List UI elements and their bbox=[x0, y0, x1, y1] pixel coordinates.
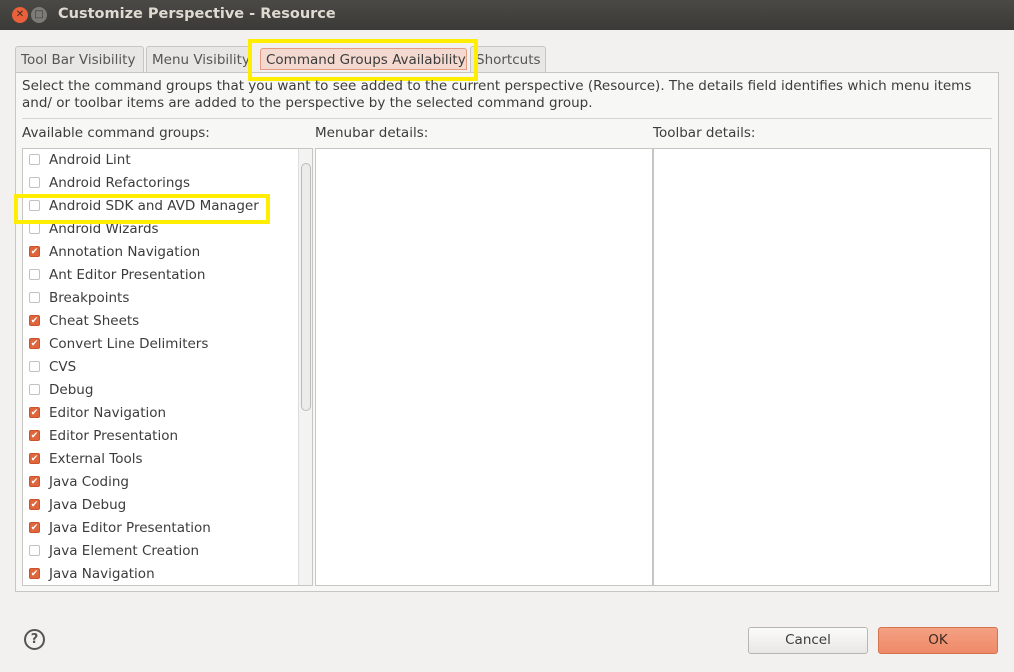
list-item-label: Editor Presentation bbox=[49, 428, 179, 444]
checkbox[interactable] bbox=[29, 383, 40, 395]
close-window-button[interactable]: ✕ bbox=[12, 7, 28, 23]
list-item[interactable]: CVS bbox=[29, 356, 76, 379]
list-item-label: Breakpoints bbox=[49, 290, 130, 306]
list-item[interactable]: ✔ Convert Line Delimiters bbox=[29, 333, 208, 356]
list-item-label: Java Debug bbox=[49, 497, 127, 513]
list-item[interactable]: ✔ Java Editor Presentation bbox=[29, 517, 211, 540]
checkbox[interactable]: ✔ bbox=[29, 314, 40, 326]
list-item[interactable]: Java Element Creation bbox=[29, 540, 199, 563]
list-item-label: Java Navigation bbox=[49, 566, 155, 582]
window-title: Customize Perspective - Resource bbox=[58, 6, 336, 22]
checkbox[interactable] bbox=[29, 544, 40, 556]
list-item-label: External Tools bbox=[49, 451, 143, 467]
checkbox[interactable] bbox=[29, 222, 40, 234]
list-item[interactable]: ✔ Java Navigation bbox=[29, 563, 155, 586]
menubar-details-label: Menubar details: bbox=[315, 125, 429, 141]
divider bbox=[22, 118, 992, 119]
list-item-label: CVS bbox=[49, 359, 77, 375]
list-item-label: Editor Navigation bbox=[49, 405, 167, 421]
list-item-label: Ant Editor Presentation bbox=[49, 267, 206, 283]
list-scrollbar[interactable] bbox=[298, 149, 312, 585]
list-item[interactable]: ✔ External Tools bbox=[29, 448, 143, 471]
list-item[interactable]: Android Refactorings bbox=[29, 172, 190, 195]
checkbox[interactable]: ✔ bbox=[29, 475, 40, 487]
cancel-button[interactable]: Cancel bbox=[748, 627, 868, 654]
list-item-label: Cheat Sheets bbox=[49, 313, 140, 329]
checkbox[interactable]: ✔ bbox=[29, 567, 40, 579]
list-item[interactable]: ✔ Cheat Sheets bbox=[29, 310, 139, 333]
highlight-box-tab bbox=[248, 39, 478, 81]
list-item[interactable]: ✔ Annotation Navigation bbox=[29, 241, 200, 264]
list-item[interactable]: Debug bbox=[29, 379, 93, 402]
list-item[interactable]: ✔ Java Coding bbox=[29, 471, 129, 494]
list-item-label: Java Element Creation bbox=[49, 543, 200, 559]
toolbar-details-label: Toolbar details: bbox=[653, 125, 756, 141]
checkbox[interactable]: ✔ bbox=[29, 337, 40, 349]
checkbox[interactable] bbox=[29, 291, 40, 303]
checkbox[interactable]: ✔ bbox=[29, 452, 40, 464]
tab-tool-bar-visibility[interactable]: Tool Bar Visibility bbox=[15, 46, 144, 72]
maximize-window-button[interactable]: □ bbox=[31, 7, 47, 23]
tab-shortcuts[interactable]: Shortcuts bbox=[470, 46, 546, 72]
tab-menu-visibility[interactable]: Menu Visibility bbox=[146, 46, 251, 72]
description-text: Select the command groups that you want … bbox=[22, 78, 972, 111]
checkbox[interactable] bbox=[29, 176, 40, 188]
checkbox[interactable]: ✔ bbox=[29, 406, 40, 418]
list-item-label: Java Coding bbox=[49, 474, 129, 490]
list-item-label: Android Refactorings bbox=[49, 175, 191, 191]
checkbox[interactable]: ✔ bbox=[29, 498, 40, 510]
list-item-label: Debug bbox=[49, 382, 94, 398]
list-item-label: Convert Line Delimiters bbox=[49, 336, 209, 352]
checkbox[interactable] bbox=[29, 360, 40, 372]
checkbox[interactable]: ✔ bbox=[29, 429, 40, 441]
list-item[interactable]: ✔ Editor Navigation bbox=[29, 402, 166, 425]
toolbar-details-field[interactable] bbox=[653, 148, 991, 586]
highlight-box-item bbox=[14, 194, 270, 224]
list-item-label: Android Lint bbox=[49, 152, 131, 168]
ok-button[interactable]: OK bbox=[878, 627, 998, 654]
checkbox[interactable] bbox=[29, 268, 40, 280]
menubar-details-field[interactable] bbox=[315, 148, 653, 586]
title-bar: ✕ □ Customize Perspective - Resource bbox=[0, 0, 1014, 30]
checkbox[interactable] bbox=[29, 153, 40, 165]
list-item[interactable]: ✔ Editor Presentation bbox=[29, 425, 178, 448]
list-item[interactable]: Ant Editor Presentation bbox=[29, 264, 205, 287]
list-item[interactable]: ✔ Java Debug bbox=[29, 494, 126, 517]
scrollbar-thumb[interactable] bbox=[301, 163, 311, 411]
list-item-label: Annotation Navigation bbox=[49, 244, 201, 260]
help-button[interactable]: ? bbox=[24, 629, 45, 650]
checkbox[interactable]: ✔ bbox=[29, 521, 40, 533]
list-item[interactable]: Android Lint bbox=[29, 149, 131, 172]
list-item-label: Java Editor Presentation bbox=[49, 520, 211, 536]
available-groups-label: Available command groups: bbox=[22, 125, 210, 141]
checkbox[interactable]: ✔ bbox=[29, 245, 40, 257]
list-item[interactable]: Breakpoints bbox=[29, 287, 129, 310]
